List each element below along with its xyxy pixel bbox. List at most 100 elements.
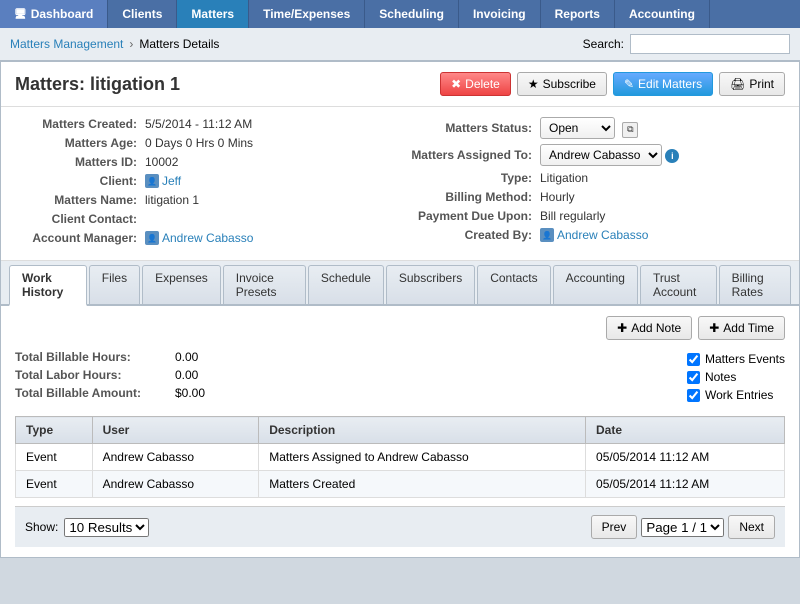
breadcrumb-bar: Matters Management › Matters Details Sea… [0, 28, 800, 61]
created-by-link[interactable]: 👤 Andrew Cabasso [540, 228, 648, 242]
billable-amount-value: $0.00 [175, 386, 205, 400]
checkbox-notes-label: Notes [705, 370, 736, 384]
name-label: Matters Name: [15, 193, 145, 207]
tabs: Work History Files Expenses Invoice Pres… [1, 261, 799, 306]
tab-work-history[interactable]: Work History [9, 265, 87, 306]
labor-hours-value: 0.00 [175, 368, 198, 382]
add-note-icon: ✚ [617, 321, 627, 335]
tab-contacts[interactable]: Contacts [477, 265, 550, 304]
nav-clients[interactable]: Clients [108, 0, 177, 28]
contact-row: Client Contact: [15, 212, 390, 226]
nav-time-expenses[interactable]: Time/Expenses [249, 0, 365, 28]
assigned-info-icon[interactable]: i [665, 149, 679, 163]
billing-row: Billing Method: Hourly [410, 190, 785, 204]
search-input[interactable] [630, 34, 790, 54]
add-note-button[interactable]: ✚ Add Note [606, 316, 692, 340]
tab-schedule[interactable]: Schedule [308, 265, 384, 304]
details-section: Matters Created: 5/5/2014 - 11:12 AM Mat… [1, 107, 799, 261]
type-label: Type: [410, 171, 540, 185]
billable-amount-label: Total Billable Amount: [15, 386, 175, 400]
pagination-bar: Show: 10 Results Prev Page 1 / 1 Next [15, 506, 785, 547]
payment-row: Payment Due Upon: Bill regularly [410, 209, 785, 223]
tab-content: ✚ Add Note ✚ Add Time Total Billable Hou… [1, 306, 799, 557]
created-value: 5/5/2014 - 11:12 AM [145, 117, 252, 131]
billable-hours-row: Total Billable Hours: 0.00 [15, 350, 657, 364]
matter-title: Matters: litigation 1 [15, 74, 180, 95]
table-header: Type User Description Date [16, 417, 785, 444]
add-time-button[interactable]: ✚ Add Time [698, 316, 785, 340]
breadcrumb-parent[interactable]: Matters Management [10, 37, 123, 51]
cell-date-1: 05/05/2014 11:12 AM [586, 444, 785, 471]
page-select[interactable]: Page 1 / 1 [641, 518, 724, 537]
details-left: Matters Created: 5/5/2014 - 11:12 AM Mat… [15, 117, 390, 250]
search-label: Search: [583, 37, 624, 51]
prev-button[interactable]: Prev [591, 515, 638, 539]
tab-invoice-presets[interactable]: Invoice Presets [223, 265, 306, 304]
client-label: Client: [15, 174, 145, 188]
col-description: Description [259, 417, 586, 444]
id-label: Matters ID: [15, 155, 145, 169]
checkbox-work-entries-input[interactable] [687, 389, 700, 402]
nav-invoicing[interactable]: Invoicing [459, 0, 541, 28]
status-value: Open Closed Pending ⧉ [540, 117, 638, 139]
created-by-icon: 👤 [540, 228, 554, 242]
subscribe-button[interactable]: ★ Subscribe [517, 72, 607, 96]
client-value: 👤 Jeff [145, 174, 181, 188]
assigned-select[interactable]: Andrew Cabasso [540, 144, 662, 166]
nav-dashboard[interactable]: 🖥 Dashboard [0, 0, 108, 28]
manager-link[interactable]: 👤 Andrew Cabasso [145, 231, 253, 245]
checkbox-matters-events: Matters Events [687, 352, 785, 366]
cell-type-1: Event [16, 444, 93, 471]
created-label: Matters Created: [15, 117, 145, 131]
cell-type-2: Event [16, 471, 93, 498]
work-history-table: Type User Description Date Event Andrew … [15, 416, 785, 498]
tab-accounting[interactable]: Accounting [553, 265, 638, 304]
next-button[interactable]: Next [728, 515, 775, 539]
nav-matters[interactable]: Matters [177, 0, 249, 28]
assigned-label: Matters Assigned To: [410, 148, 540, 162]
name-value: litigation 1 [145, 193, 199, 207]
billing-label: Billing Method: [410, 190, 540, 204]
tab-subscribers[interactable]: Subscribers [386, 265, 475, 304]
col-user: User [92, 417, 259, 444]
tab-billing-rates[interactable]: Billing Rates [719, 265, 791, 304]
edit-icon: ✎ [624, 77, 634, 91]
breadcrumb-current: Matters Details [139, 37, 219, 51]
tab-trust-account[interactable]: Trust Account [640, 265, 717, 304]
tab-files[interactable]: Files [89, 265, 140, 304]
checkbox-work-entries-label: Work Entries [705, 388, 773, 402]
client-row: Client: 👤 Jeff [15, 174, 390, 188]
payment-value: Bill regularly [540, 209, 605, 223]
delete-button[interactable]: ✖ Delete [440, 72, 511, 96]
table-row: Event Andrew Cabasso Matters Created 05/… [16, 471, 785, 498]
copy-status-icon[interactable]: ⧉ [622, 122, 638, 138]
billable-hours-value: 0.00 [175, 350, 198, 364]
tab-expenses[interactable]: Expenses [142, 265, 221, 304]
billable-hours-label: Total Billable Hours: [15, 350, 175, 364]
print-icon: 🖨 [730, 77, 745, 91]
created-by-label: Created By: [410, 228, 540, 242]
breadcrumb: Matters Management › Matters Details [10, 37, 219, 51]
nav-accounting[interactable]: Accounting [615, 0, 710, 28]
edit-matters-button[interactable]: ✎ Edit Matters [613, 72, 713, 96]
print-button[interactable]: 🖨 Print [719, 72, 785, 96]
stats-row: Total Billable Hours: 0.00 Total Labor H… [15, 350, 785, 404]
checkbox-notes: Notes [687, 370, 785, 384]
labor-hours-label: Total Labor Hours: [15, 368, 175, 382]
status-row: Matters Status: Open Closed Pending ⧉ [410, 117, 785, 139]
nav-scheduling[interactable]: Scheduling [365, 0, 459, 28]
add-time-icon: ✚ [709, 321, 719, 335]
nav-reports[interactable]: Reports [541, 0, 615, 28]
checkbox-notes-input[interactable] [687, 371, 700, 384]
client-link[interactable]: 👤 Jeff [145, 174, 181, 188]
cell-user-1: Andrew Cabasso [92, 444, 259, 471]
matter-header: Matters: litigation 1 ✖ Delete ★ Subscri… [1, 62, 799, 107]
status-select[interactable]: Open Closed Pending [540, 117, 615, 139]
manager-row: Account Manager: 👤 Andrew Cabasso [15, 231, 390, 245]
checkbox-matters-events-input[interactable] [687, 353, 700, 366]
col-type: Type [16, 417, 93, 444]
results-select[interactable]: 10 Results [64, 518, 149, 537]
show-label: Show: [25, 520, 58, 534]
assigned-row: Matters Assigned To: Andrew Cabasso i [410, 144, 785, 166]
age-value: 0 Days 0 Hrs 0 Mins [145, 136, 253, 150]
